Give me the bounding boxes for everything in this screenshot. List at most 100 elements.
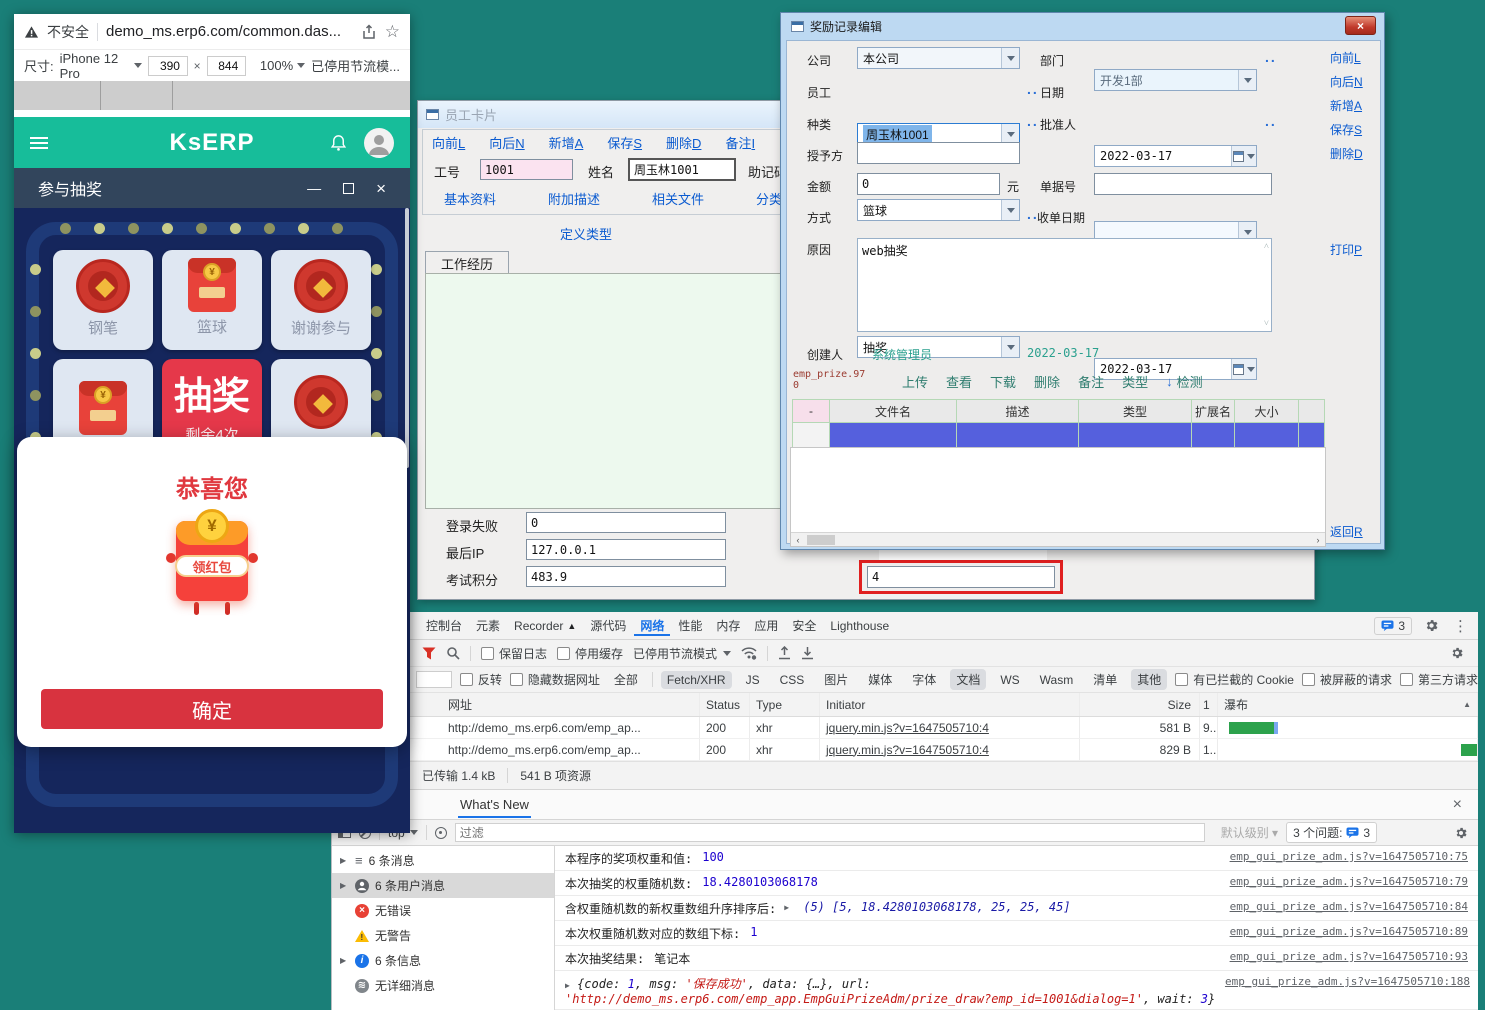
table-row-cell[interactable] [792, 423, 830, 448]
network-conditions-icon[interactable] [741, 646, 757, 660]
filter-pill-js[interactable]: JS [740, 671, 766, 689]
preserve-log-checkbox[interactable]: 保留日志 [481, 645, 547, 662]
console-settings-gear-icon[interactable] [1454, 826, 1468, 840]
table-row-cell[interactable] [1079, 423, 1192, 448]
horizontal-scrollbar[interactable]: ‹ › [791, 532, 1325, 546]
reason-textarea[interactable]: web抽奖 ˄ ˅ [857, 238, 1272, 332]
scroll-up-icon[interactable]: ˄ [1264, 241, 1269, 252]
emp-no-input[interactable]: 1001 [480, 159, 573, 180]
last-ip-input[interactable]: 127.0.0.1 [526, 539, 726, 560]
remaining-draws-input[interactable]: 4 [867, 566, 1055, 588]
type-button[interactable]: 类型 [1122, 372, 1148, 391]
security-label[interactable]: 不安全 [47, 22, 89, 42]
network-row[interactable]: http://demo_ms.erp6.com/emp_ap... 200 xh… [332, 739, 1478, 761]
dlg-return-button[interactable]: 返回R [1330, 523, 1363, 540]
settings-gear-icon[interactable] [1424, 618, 1439, 633]
live-expression-icon[interactable] [435, 827, 447, 839]
delete-file-button[interactable]: 删除 [1034, 372, 1060, 391]
network-table-header[interactable]: 网址 Status Type Initiator Size 1 瀑布 ▲ [332, 693, 1478, 717]
tab-network[interactable]: 网络 [634, 615, 670, 636]
filter-pill-fetch-xhr[interactable]: Fetch/XHR [661, 671, 732, 689]
hide-data-urls-checkbox[interactable]: 隐藏数据网址 [510, 671, 600, 688]
sidebar-info[interactable]: ▶ i 6 条信息 [332, 948, 554, 973]
filter-pill-media[interactable]: 媒体 [862, 669, 898, 690]
viewport-width-input[interactable]: 390 [148, 56, 187, 76]
note-button[interactable]: 备注 [1078, 372, 1104, 391]
scroll-thumb[interactable] [807, 535, 835, 545]
throttle-select[interactable]: 已停用节流模式 [633, 645, 731, 662]
scroll-down-icon[interactable]: ˅ [1264, 318, 1269, 329]
address-text[interactable]: demo_ms.erp6.com/common.das... [106, 23, 341, 40]
issues-counter[interactable]: 3 个问题: 3 [1286, 822, 1377, 843]
table-row-cell[interactable] [830, 423, 957, 448]
tab-console[interactable]: 控制台 [420, 615, 468, 636]
throttle-label[interactable]: 已停用节流模... [311, 56, 400, 75]
table-header-cell[interactable]: 文件名 [830, 399, 957, 423]
console-message[interactable]: 含权重随机数的新权重数组升序排序后: ▶ (5) [5, 18.42801030… [555, 896, 1478, 921]
dlg-delete-button[interactable]: 删除D [1330, 145, 1363, 162]
sidebar-warnings[interactable]: ! 无警告 [332, 923, 554, 948]
blocked-cookies-checkbox[interactable]: 有已拦截的 Cookie [1175, 671, 1294, 688]
tab-performance[interactable]: 性能 [672, 615, 708, 636]
dlg-prev-button[interactable]: 向前L [1330, 49, 1361, 66]
bell-icon[interactable] [329, 133, 348, 153]
filter-pill-doc[interactable]: 文档 [950, 669, 986, 690]
console-message[interactable]: 本程序的奖项权重和值:100 emp_gui_prize_adm.js?v=16… [555, 846, 1478, 871]
table-header-cell[interactable] [1299, 399, 1325, 423]
source-link[interactable]: emp_gui_prize_adm.js?v=1647505710:89 [1218, 925, 1468, 938]
dlg-next-button[interactable]: 向后N [1330, 73, 1363, 90]
network-filter-input[interactable] [416, 671, 452, 688]
table-header-cell[interactable]: 描述 [957, 399, 1079, 423]
company-select[interactable]: 本公司 [857, 47, 1020, 69]
expand-icon[interactable]: ▶ [784, 903, 793, 912]
close-button[interactable]: × [1345, 16, 1376, 35]
view-button[interactable]: 查看 [946, 372, 972, 391]
network-settings-gear-icon[interactable] [1450, 646, 1464, 660]
table-row-cell[interactable] [1235, 423, 1299, 448]
security-warning-icon[interactable] [24, 25, 39, 39]
tab-memory[interactable]: 内存 [710, 615, 746, 636]
network-row[interactable]: http://demo_ms.erp6.com/emp_ap... 200 xh… [332, 717, 1478, 739]
page-scrollbar[interactable] [405, 208, 409, 468]
prize-card-pen[interactable]: 钢笔 [53, 250, 153, 350]
share-icon[interactable] [361, 24, 377, 40]
work-history-textarea[interactable] [425, 273, 807, 509]
import-har-icon[interactable] [778, 646, 791, 660]
maximize-icon[interactable] [343, 183, 354, 194]
dialog-titlebar[interactable]: 奖励记录编辑 [781, 13, 1384, 39]
table-header-cell[interactable]: - [792, 399, 830, 423]
console-message[interactable]: 本次抽奖结果:笔记本 emp_gui_prize_adm.js?v=164750… [555, 946, 1478, 971]
table-header-cell[interactable]: 扩展名 [1192, 399, 1235, 423]
source-link[interactable]: emp_gui_prize_adm.js?v=1647505710:75 [1218, 850, 1468, 863]
console-filter-input[interactable] [455, 823, 1205, 842]
source-link[interactable]: emp_gui_prize_adm.js?v=1647505710:93 [1218, 950, 1468, 963]
dept-more-button[interactable]: .. [1265, 49, 1277, 65]
sidebar-verbose[interactable]: ≋ 无详细消息 [332, 973, 554, 998]
bookmark-star-icon[interactable]: ☆ [385, 22, 400, 42]
tab-basic-info[interactable]: 基本资料 [444, 189, 496, 208]
download-button[interactable]: 下载 [990, 372, 1016, 391]
kebab-menu-icon[interactable]: ⋮ [1453, 617, 1468, 635]
export-har-icon[interactable] [801, 646, 814, 660]
filter-pill-img[interactable]: 图片 [818, 669, 854, 690]
tab-lighthouse[interactable]: Lighthouse [824, 617, 895, 635]
login-fail-input[interactable]: 0 [526, 512, 726, 533]
minimize-icon[interactable]: — [307, 180, 321, 196]
filter-pill-css[interactable]: CSS [774, 671, 811, 689]
avatar[interactable] [364, 128, 394, 158]
check-button[interactable]: ↓ 检测 [1166, 372, 1203, 391]
log-level-select[interactable]: 默认级别 ▾ [1221, 824, 1278, 841]
prize-card-thanks[interactable]: 谢谢参与 [271, 250, 371, 350]
filter-funnel-icon[interactable] [422, 647, 436, 660]
source-link[interactable]: emp_gui_prize_adm.js?v=1647505710:84 [1218, 900, 1468, 913]
amount-input[interactable]: 0 [857, 173, 1000, 195]
table-row-cell[interactable] [1299, 423, 1325, 448]
device-select[interactable]: iPhone 12 Pro [60, 51, 143, 81]
filter-pill-wasm[interactable]: Wasm [1034, 671, 1080, 689]
whats-new-tab[interactable]: What's New [458, 791, 531, 818]
sidebar-all-messages[interactable]: ▶ ≡ 6 条消息 [332, 848, 554, 873]
source-link[interactable]: emp_gui_prize_adm.js?v=1647505710:188 [1213, 975, 1470, 988]
tab-extra-desc[interactable]: 附加描述 [548, 189, 600, 208]
define-type-link[interactable]: 定义类型 [560, 224, 612, 243]
prize-card-basketball[interactable]: 篮球 [162, 250, 262, 350]
